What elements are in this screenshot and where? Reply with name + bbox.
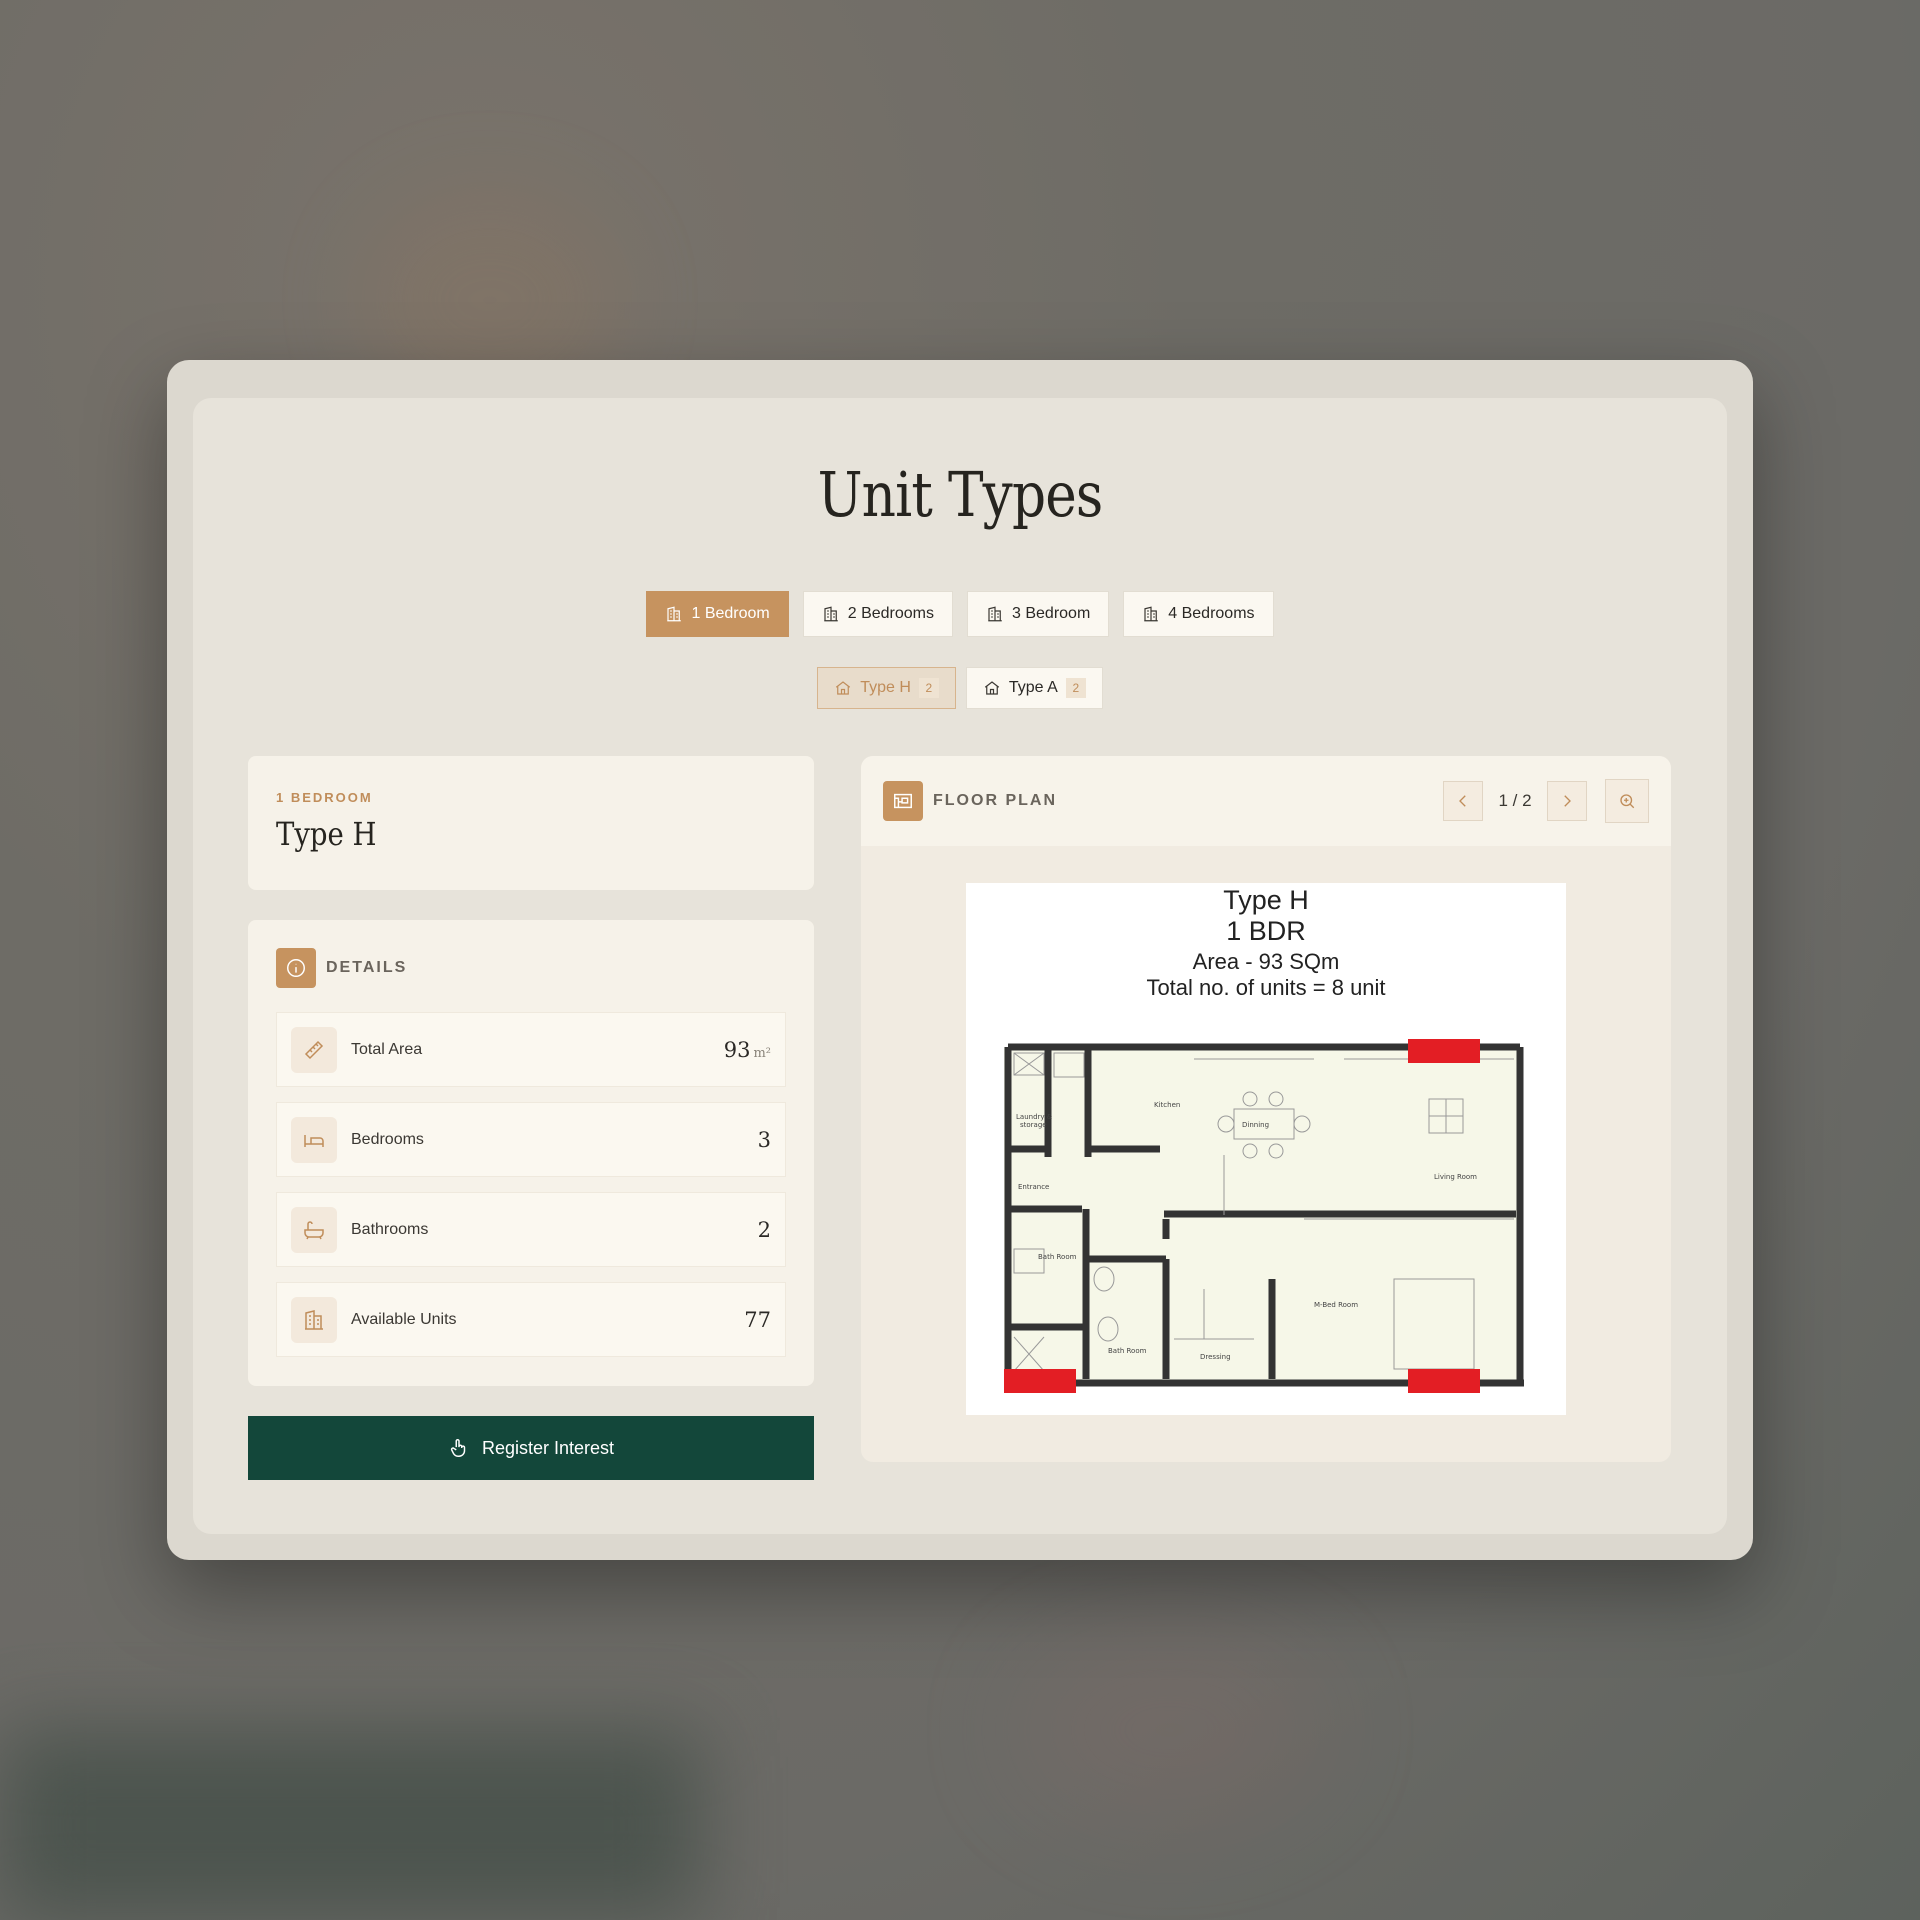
svg-text:Kitchen: Kitchen [1154,1101,1180,1109]
tab-label: 4 Bedrooms [1168,605,1255,622]
tab-4-bedrooms[interactable]: 4 Bedrooms [1123,591,1274,637]
svg-text:Dinning: Dinning [1242,1121,1269,1129]
unit-types-panel: Unit Types 1 Bedroom 2 Bedrooms 3 Bedroo… [193,398,1727,1534]
bed-icon [291,1116,337,1163]
zoom-button[interactable] [1605,779,1649,823]
unit-name-card: 1 BEDROOM Type H [248,756,814,890]
details-card: DETAILS Total Area 93 m² Bedrooms 3 Bath… [248,920,814,1386]
floor-plan-heading: FLOOR PLAN [933,792,1057,809]
tab-label: Type H [860,679,911,696]
plan-bedrooms: 1 BDR [1226,916,1306,946]
svg-text:Entrance: Entrance [1018,1183,1049,1191]
building-icon [988,606,1002,622]
details-list: Total Area 93m² Bedrooms 3 Bathrooms 2 [276,1012,786,1357]
building-icon [823,606,838,622]
svg-text:Dressing: Dressing [1200,1353,1231,1361]
floor-plan-drawing: Laundry & storage Kitchen Dinning Living… [1004,1039,1524,1393]
info-icon [276,948,316,988]
tab-2-bedrooms[interactable]: 2 Bedrooms [802,591,953,637]
unit-name: Type H [276,815,377,853]
building-icon [667,606,682,622]
tab-label: Type A [1008,679,1058,696]
prev-button[interactable] [1443,781,1483,821]
bedroom-tabs: 1 Bedroom 2 Bedrooms 3 Bedroom 4 Bedroom… [193,591,1727,637]
tab-3-bedroom[interactable]: 3 Bedroom [967,591,1110,637]
svg-text:Living Room: Living Room [1434,1173,1477,1181]
detail-label: Bathrooms [351,1220,429,1238]
detail-row-available-units: Available Units 77 [276,1282,786,1357]
floor-plan-image[interactable]: Type H 1 BDR Area - 93 SQm Total no. of … [966,883,1566,1415]
count-badge: 2 [918,678,939,698]
details-heading: DETAILS [326,959,408,976]
chevron-right-icon [1564,795,1571,807]
building-icon [291,1296,337,1343]
detail-value: 93 m² [723,1037,771,1062]
building-icon [1144,606,1159,622]
detail-value: 3 [757,1127,771,1152]
chevron-left-icon [1459,795,1466,807]
register-interest-button[interactable]: Register Interest [248,1416,814,1480]
tab-label: 3 Bedroom [1012,605,1091,622]
cta-label: Register Interest [481,1437,615,1458]
floor-plan-header: FLOOR PLAN 1 / 2 [861,756,1671,846]
tab-label: 2 Bedrooms [847,605,934,622]
svg-text:Laundry &: Laundry & [1016,1113,1053,1121]
background-blur [0,1730,700,1920]
zoom-in-icon [1620,794,1635,809]
floor-plan-pager: 1 / 2 [1443,779,1649,823]
blueprint-icon [883,781,923,821]
home-icon [836,681,851,695]
plan-units: Total no. of units = 8 unit [1146,975,1386,1000]
detail-label: Bedrooms [351,1130,424,1148]
hand-pointer-icon [450,1439,466,1457]
next-button[interactable] [1547,781,1587,821]
tab-type-h[interactable]: Type H 2 [817,667,956,709]
tab-label: 1 Bedroom [691,605,770,622]
detail-value: 2 [757,1217,771,1242]
plan-type: Type H [1223,885,1309,915]
unit-category: 1 BEDROOM [276,790,373,805]
detail-label: Available Units [351,1310,457,1328]
plan-area: Area - 93 SQm [1192,949,1340,974]
page-title: Unit Types [817,458,1104,531]
detail-row-total-area: Total Area 93 m² [276,1012,786,1087]
background-blur [1020,1640,1320,1820]
count-badge: 2 [1065,678,1086,698]
page-indicator: 1 / 2 [1498,791,1532,810]
svg-text:Bath Room: Bath Room [1038,1253,1077,1261]
detail-label: Total Area [351,1040,423,1058]
window-frame: Unit Types 1 Bedroom 2 Bedrooms 3 Bedroo… [167,360,1753,1560]
svg-text:storage: storage [1020,1121,1047,1129]
area-unit: m² [753,1045,771,1061]
svg-text:Bath Room: Bath Room [1108,1347,1147,1355]
tab-type-a[interactable]: Type A 2 [965,667,1103,709]
detail-row-bathrooms: Bathrooms 2 [276,1192,786,1267]
ruler-icon [291,1026,337,1073]
unit-type-tabs: Type H 2 Type A 2 [193,667,1727,709]
svg-text:M-Bed Room: M-Bed Room [1314,1301,1358,1309]
detail-value: 77 [744,1307,771,1332]
home-icon [984,681,999,695]
floor-plan-card: FLOOR PLAN 1 / 2 Type H 1 BDR Area - 93 … [861,756,1671,1462]
details-header: DETAILS [276,948,786,988]
bathtub-icon [291,1206,337,1253]
tab-1-bedroom[interactable]: 1 Bedroom [646,591,789,637]
detail-row-bedrooms: Bedrooms 3 [276,1102,786,1177]
